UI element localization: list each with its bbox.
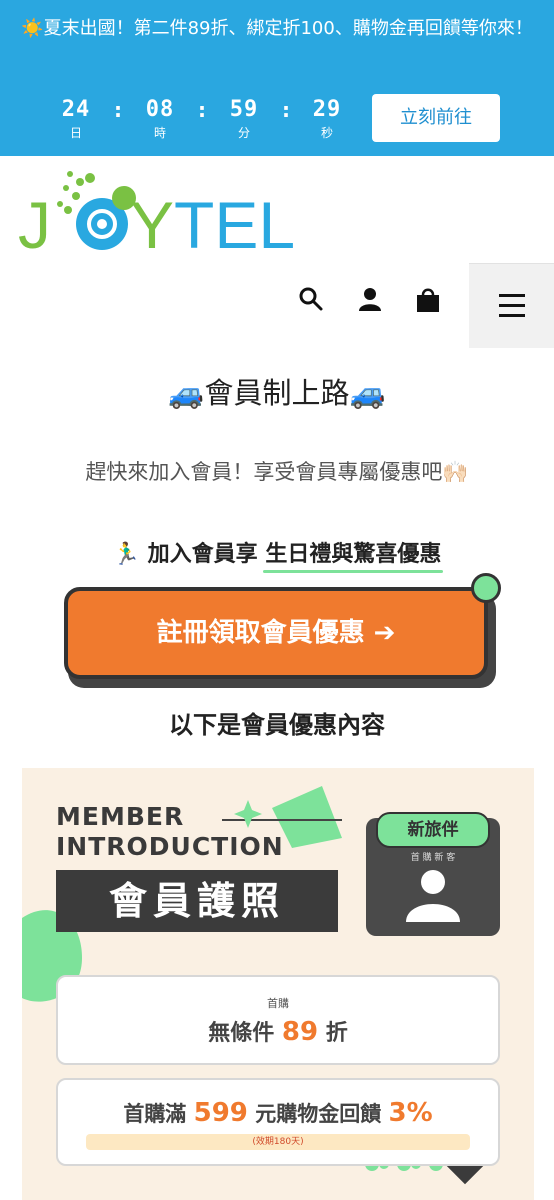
benefits-heading: 以下是會員優惠內容	[169, 711, 385, 739]
banner-title-line1: MEMBER	[56, 802, 185, 831]
join-prefix: 🏃‍♂️ 加入會員享	[112, 542, 266, 567]
menu-icon	[499, 294, 525, 317]
banner-title-line2: INTRODUCTION	[56, 832, 284, 861]
banner-title-cn: 會員護照	[56, 870, 338, 932]
page-subtitle: 趕快來加入會員！享受會員專屬優惠吧🙌🏻	[85, 460, 469, 484]
svg-text:J: J	[18, 188, 51, 260]
join-highlight: 生日禮與驚喜優惠	[265, 542, 442, 567]
countdown-minutes: 59 分	[219, 96, 269, 140]
countdown-days-value: 24	[61, 97, 91, 122]
announcement-text: ☀️夏末出國！第二件89折、綁定折100、購物金再回饋等你來！	[21, 18, 533, 39]
countdown-separator: :	[114, 98, 122, 122]
go-now-button[interactable]: 立刻前往	[372, 94, 500, 142]
countdown-seconds-unit: 秒	[320, 126, 333, 140]
menu-button[interactable]	[469, 263, 554, 348]
offer-first-purchase-discount: 首購 無條件 89 折	[56, 975, 500, 1065]
countdown-hours-unit: 時	[153, 126, 166, 140]
cart-icon[interactable]	[414, 286, 442, 318]
svg-text:TEL: TEL	[174, 188, 295, 260]
logo-graphic: J Y TEL	[18, 171, 295, 262]
countdown-separator: :	[282, 98, 290, 122]
svg-text:Y: Y	[130, 188, 174, 260]
offer1-text: 無條件 89 折	[208, 1017, 348, 1047]
countdown-hours: 08 時	[135, 96, 185, 140]
join-benefit-line: 🏃‍♂️ 加入會員享 生日禮與驚喜優惠	[0, 536, 554, 568]
offer2-note: (效期180天)	[86, 1134, 470, 1150]
joytel-logo[interactable]: J Y TEL	[18, 164, 318, 262]
countdown-hours-value: 08	[145, 97, 175, 122]
search-icon[interactable]	[298, 286, 324, 316]
offer-cashback: 首購滿 599 元購物金回饋 3% (效期180天)	[56, 1078, 500, 1166]
member-avatar-icon	[406, 870, 460, 922]
countdown-separator: :	[198, 98, 206, 122]
offer2-text: 首購滿 599 元購物金回饋 3%	[123, 1098, 433, 1128]
offer1-label: 首購	[267, 997, 289, 1010]
countdown-minutes-value: 59	[229, 97, 259, 122]
account-icon[interactable]	[357, 286, 383, 316]
countdown-days-unit: 日	[69, 126, 82, 140]
countdown-seconds: 29 秒	[302, 96, 352, 140]
countdown-seconds-value: 29	[312, 97, 342, 122]
page-heading: 🚙會員制上路🚙	[168, 376, 386, 410]
countdown-days: 24 日	[51, 96, 101, 140]
announcement-bar: ☀️夏末出國！第二件89折、綁定折100、購物金再回饋等你來！ 24 日 : 0…	[0, 0, 554, 156]
member-card: 新旅伴 首 購 新 客	[366, 812, 500, 936]
register-button[interactable]: 註冊領取會員優惠 ➔	[64, 587, 488, 679]
member-banner: MEMBER INTRODUCTION 會員護照 新旅伴 首 購 新 客 首購 …	[22, 768, 534, 1200]
countdown-minutes-unit: 分	[237, 126, 250, 140]
register-decor-dot	[471, 573, 501, 603]
